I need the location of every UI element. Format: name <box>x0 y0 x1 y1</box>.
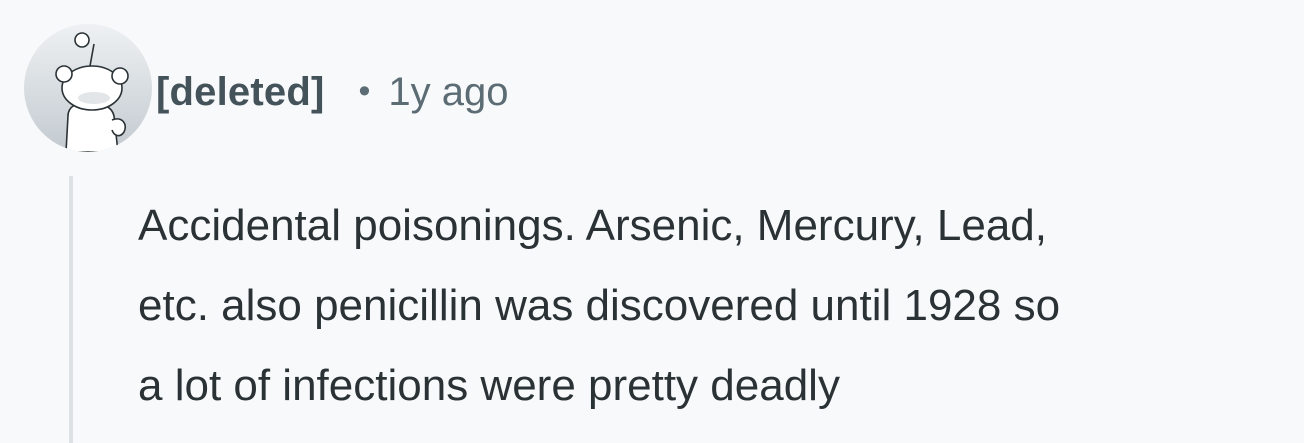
user-avatar[interactable] <box>24 24 152 152</box>
comment-body-line: etc. also penicillin was discovered unti… <box>138 281 1061 330</box>
comment-body-line: Accidental poisonings. Arsenic, Mercury,… <box>138 201 1047 250</box>
comment: [deleted] • 1y ago Accidental poisonings… <box>0 0 1304 443</box>
meta-separator: • <box>358 71 371 110</box>
comment-header: [deleted] • 1y ago <box>156 66 509 118</box>
thread-line[interactable] <box>69 176 73 443</box>
comment-age[interactable]: 1y ago <box>388 70 508 115</box>
snoo-avatar-icon <box>24 24 152 152</box>
comment-author[interactable]: [deleted] <box>156 70 324 115</box>
comment-body: Accidental poisonings. Arsenic, Mercury,… <box>138 186 1304 426</box>
comment-body-line: a lot of infections were pretty deadly <box>138 361 840 410</box>
